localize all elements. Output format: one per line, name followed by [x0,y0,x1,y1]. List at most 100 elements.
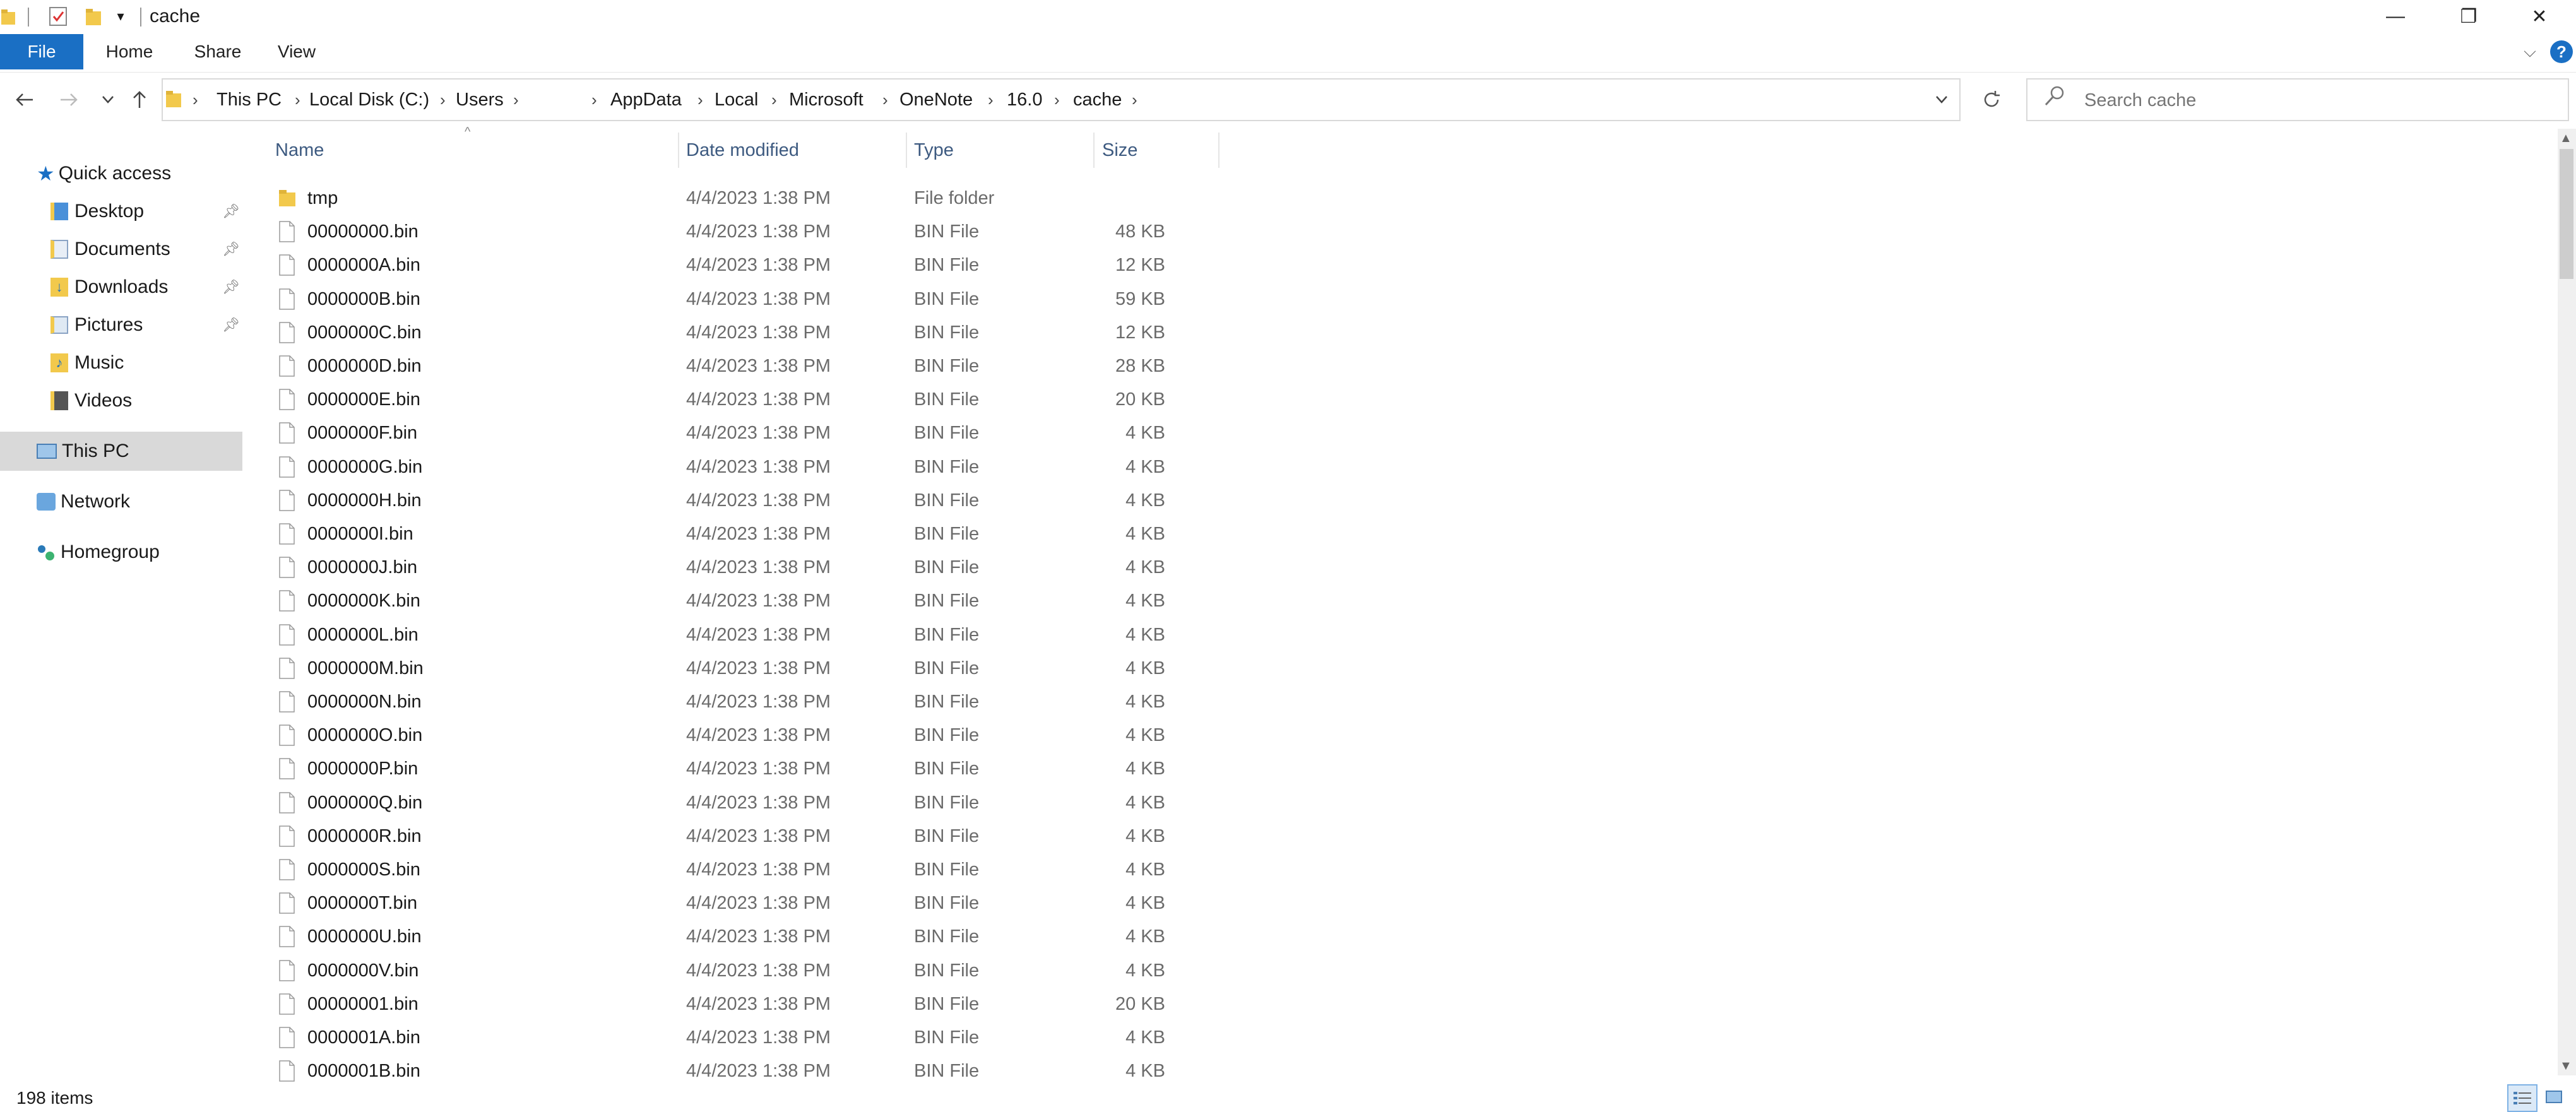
column-header-type[interactable]: Type [914,133,954,168]
file-row[interactable]: 0000000L.bin 4/4/2023 1:38 PM BIN File 4 KB [271,618,1218,652]
file-row[interactable]: 0000000I.bin 4/4/2023 1:38 PM BIN File 4 KB [271,518,1218,551]
chevron-right-icon[interactable]: › [440,78,446,121]
customize-toolbar-icon[interactable]: ▾ [111,5,130,28]
chevron-right-icon[interactable]: › [988,78,994,121]
file-row[interactable]: 0000000P.bin 4/4/2023 1:38 PM BIN File 4 KB [271,752,1218,786]
breadcrumb-onenote[interactable]: OneNote [899,78,973,121]
nav-homegroup[interactable]: Homegroup [37,534,160,571]
file-row[interactable]: 0000000U.bin 4/4/2023 1:38 PM BIN File 4 KB [271,920,1218,954]
breadcrumb-version[interactable]: 16.0 [1007,78,1042,121]
file-row[interactable]: 0000000M.bin 4/4/2023 1:38 PM BIN File 4 KB [271,652,1218,685]
tab-home[interactable]: Home [95,34,164,69]
address-dropdown-icon[interactable] [1930,88,1953,111]
pin-icon[interactable]: 📌︎ [222,231,240,268]
breadcrumb-microsoft[interactable]: Microsoft [789,78,864,121]
address-bar[interactable] [162,78,1961,121]
details-view-button[interactable] [2507,1084,2537,1112]
column-divider[interactable] [906,133,907,168]
file-row[interactable]: 0000000C.bin 4/4/2023 1:38 PM BIN File 12 K… [271,316,1218,350]
file-row[interactable]: 0000000D.bin 4/4/2023 1:38 PM BIN File 28 K… [271,350,1218,383]
chevron-right-icon[interactable]: › [193,78,198,121]
chevron-right-icon[interactable]: › [295,78,300,121]
file-row[interactable]: 0000000O.bin 4/4/2023 1:38 PM BIN File 4 KB [271,719,1218,752]
column-divider[interactable] [1218,133,1220,168]
refresh-button[interactable] [1969,78,2014,121]
file-size: 20 KB [1115,994,1165,1014]
file-row[interactable]: 0000000J.bin 4/4/2023 1:38 PM BIN File 4 KB [271,551,1218,584]
file-row[interactable]: 0000000V.bin 4/4/2023 1:38 PM BIN File 4 KB [271,954,1218,988]
nav-item-desktop[interactable]: Desktop 📌︎ [50,193,240,230]
file-row[interactable]: 0000000N.bin 4/4/2023 1:38 PM BIN File 4 KB [271,685,1218,719]
file-row[interactable]: 0000001B.bin 4/4/2023 1:38 PM BIN File 4 KB [271,1055,1218,1088]
large-icons-view-button[interactable] [2540,1084,2568,1109]
file-row[interactable]: 0000000B.bin 4/4/2023 1:38 PM BIN File 59 K… [271,283,1218,316]
file-icon [278,523,300,547]
breadcrumb-local[interactable]: Local [715,78,758,121]
nav-item-documents[interactable]: Documents 📌︎ [50,231,240,268]
minimize-button[interactable]: — [2359,0,2432,33]
help-icon[interactable]: ? [2550,40,2573,63]
recent-locations-button[interactable] [92,82,124,117]
pin-icon[interactable]: 📌︎ [222,307,240,343]
nav-item-downloads[interactable]: ↓ Downloads 📌︎ [50,269,240,305]
breadcrumb-appdata[interactable]: AppData [610,78,682,121]
chevron-right-icon[interactable]: › [513,78,519,121]
file-row[interactable]: 0000000R.bin 4/4/2023 1:38 PM BIN File 4 KB [271,820,1218,853]
file-row[interactable]: 0000000K.bin 4/4/2023 1:38 PM BIN File 4 KB [271,584,1218,618]
nav-quick-access[interactable]: ★ Quick access [37,155,171,192]
file-row[interactable]: 0000001A.bin 4/4/2023 1:38 PM BIN File 4 KB [271,1021,1218,1055]
scrollbar-thumb[interactable] [2560,149,2573,279]
chevron-right-icon[interactable]: › [882,78,888,121]
properties-icon[interactable] [45,5,71,28]
column-divider[interactable] [1093,133,1095,168]
new-folder-icon[interactable] [82,5,105,28]
breadcrumb-users[interactable]: Users [456,78,504,121]
restore-button[interactable]: ❐ [2432,0,2505,33]
tab-view[interactable]: View [268,34,325,69]
nav-this-pc[interactable]: This PC [37,433,129,470]
nav-network[interactable]: Network [37,483,130,520]
breadcrumb-this-pc[interactable]: This PC [217,78,282,121]
file-name: 0000000T.bin [307,893,418,913]
file-icon [278,925,300,949]
chevron-right-icon[interactable]: › [591,78,597,121]
file-row[interactable]: 0000000F.bin 4/4/2023 1:38 PM BIN File 4 KB [271,417,1218,450]
breadcrumb-local-disk[interactable]: Local Disk (C:) [309,78,429,121]
chevron-right-icon[interactable]: › [1054,78,1060,121]
file-row[interactable]: 0000000H.bin 4/4/2023 1:38 PM BIN File 4 KB [271,484,1218,518]
file-row[interactable]: 0000000T.bin 4/4/2023 1:38 PM BIN File 4 KB [271,887,1218,920]
file-row[interactable]: 0000000G.bin 4/4/2023 1:38 PM BIN File 4 KB [271,451,1218,484]
nav-item-music[interactable]: ♪ Music [50,345,124,381]
close-button[interactable]: ✕ [2503,0,2576,33]
file-row[interactable]: 0000000S.bin 4/4/2023 1:38 PM BIN File 4 KB [271,853,1218,887]
scroll-down-arrow[interactable]: ▼ [2560,1059,2572,1074]
column-header-name[interactable]: Name [275,133,324,168]
breadcrumb-cache[interactable]: cache [1073,78,1122,121]
nav-item-pictures[interactable]: Pictures 📌︎ [50,307,240,343]
file-row[interactable]: 0000000E.bin 4/4/2023 1:38 PM BIN File 20 K… [271,383,1218,417]
search-input[interactable] [2083,81,2553,120]
chevron-right-icon[interactable]: › [1132,78,1137,121]
pin-icon[interactable]: 📌︎ [222,193,240,230]
forward-button[interactable] [53,82,85,117]
pin-icon[interactable]: 📌︎ [222,269,240,305]
tab-file[interactable]: File [0,34,83,69]
back-button[interactable] [9,82,40,117]
column-divider[interactable] [678,133,679,168]
file-name: 0000000A.bin [307,255,420,275]
file-name: 0000001A.bin [307,1027,420,1048]
file-row[interactable]: 0000000Q.bin 4/4/2023 1:38 PM BIN File 4 KB [271,786,1218,820]
column-header-date[interactable]: Date modified [686,133,799,168]
file-row[interactable]: 00000001.bin 4/4/2023 1:38 PM BIN File 20 K… [271,988,1218,1021]
chevron-right-icon[interactable]: › [697,78,703,121]
column-header-size[interactable]: Size [1102,133,1137,168]
file-row[interactable]: 0000000A.bin 4/4/2023 1:38 PM BIN File 12 K… [271,249,1218,282]
nav-item-videos[interactable]: Videos [50,382,132,419]
file-row[interactable]: 00000000.bin 4/4/2023 1:38 PM BIN File 48 K… [271,215,1218,249]
expand-ribbon-icon[interactable]: ⌵ [2517,39,2543,64]
chevron-right-icon[interactable]: › [771,78,777,121]
up-button[interactable] [124,82,155,117]
tab-share[interactable]: Share [183,34,252,69]
file-row[interactable]: tmp 4/4/2023 1:38 PM File folder [271,182,1218,215]
scroll-up-arrow[interactable]: ▲ [2560,131,2572,146]
